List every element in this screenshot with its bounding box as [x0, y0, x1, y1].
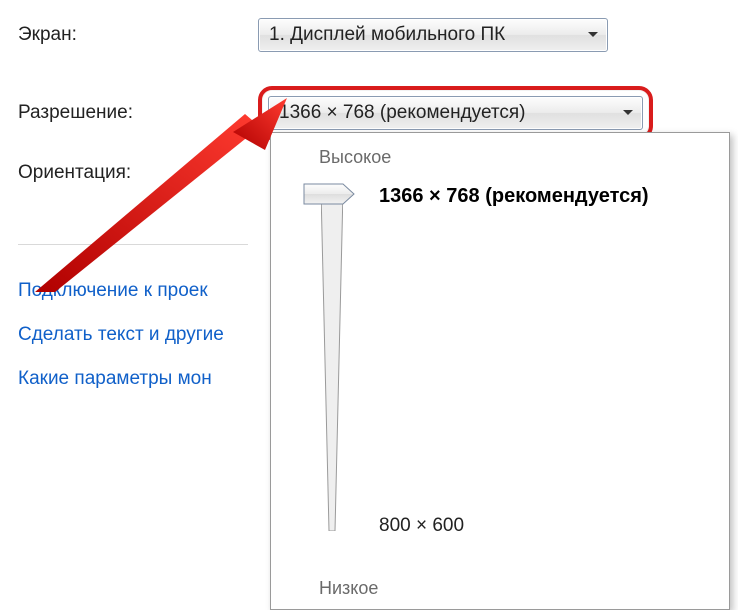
slider-high-label: Высокое	[319, 147, 729, 168]
resolution-slider[interactable]: 1366 × 768 (рекомендуется) 800 × 600	[307, 191, 697, 541]
screen-label: Экран:	[18, 24, 258, 46]
screen-row: Экран: 1. Дисплей мобильного ПК	[18, 18, 720, 52]
links-block: Подключение к проек Сделать текст и друг…	[18, 280, 224, 412]
orientation-label: Ориентация:	[18, 162, 258, 184]
chevron-down-icon	[587, 31, 599, 39]
slider-thumb[interactable]	[303, 183, 355, 205]
resolution-slider-flyout: Высокое 1366 × 768 (рекомендуется)	[270, 132, 730, 610]
resolution-label: Разрешение:	[18, 102, 258, 124]
resolution-dropdown-value: 1366 × 768 (рекомендуется)	[279, 102, 526, 124]
projector-link[interactable]: Подключение к проек	[18, 280, 224, 302]
slider-low-label: Низкое	[319, 578, 378, 599]
resolution-dropdown[interactable]: 1366 × 768 (рекомендуется)	[268, 96, 643, 130]
text-size-link[interactable]: Сделать текст и другие	[18, 324, 224, 346]
screen-dropdown-value: 1. Дисплей мобильного ПК	[269, 24, 505, 46]
chevron-down-icon	[622, 109, 634, 117]
screen-dropdown[interactable]: 1. Дисплей мобильного ПК	[258, 18, 608, 52]
slider-top-resolution: 1366 × 768 (рекомендуется)	[379, 185, 649, 208]
slider-bottom-resolution: 800 × 600	[379, 515, 464, 537]
monitor-params-link[interactable]: Какие параметры мон	[18, 368, 224, 390]
slider-track	[321, 191, 343, 531]
divider	[18, 244, 248, 245]
